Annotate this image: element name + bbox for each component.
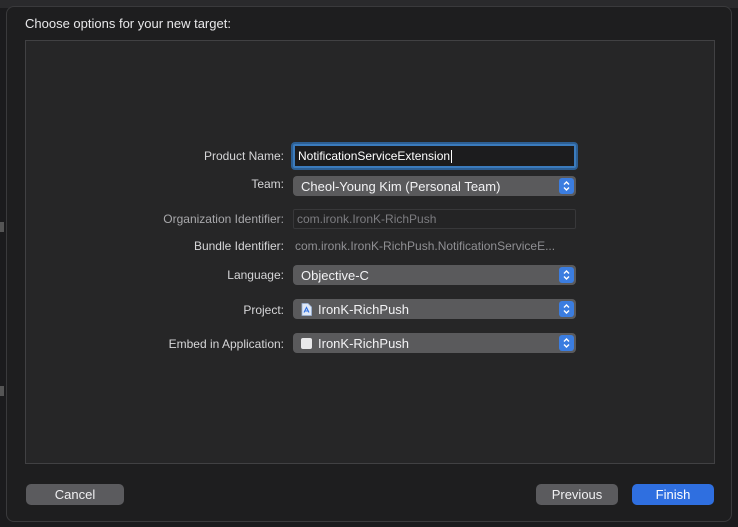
sheet-title: Choose options for your new target:	[25, 16, 231, 31]
team-popup[interactable]: Cheol-Young Kim (Personal Team)	[293, 176, 576, 196]
app-icon	[301, 337, 312, 349]
bundle-identifier-row: Bundle Identifier: com.ironk.IronK-RichP…	[0, 236, 738, 256]
project-label: Project:	[243, 303, 284, 317]
language-label: Language:	[227, 268, 284, 282]
organization-identifier-value: com.ironk.IronK-RichPush	[297, 212, 437, 226]
chevron-updown-icon	[559, 335, 574, 351]
bundle-identifier-label: Bundle Identifier:	[193, 239, 284, 253]
background-window-edge	[0, 386, 4, 396]
product-name-label: Product Name:	[203, 149, 284, 163]
organization-identifier-row: Organization Identifier: com.ironk.IronK…	[0, 209, 738, 229]
previous-button[interactable]: Previous	[536, 484, 618, 505]
team-value: Cheol-Young Kim (Personal Team)	[301, 178, 501, 194]
embed-in-application-popup[interactable]: IronK-RichPush	[293, 333, 576, 353]
embed-in-application-value: IronK-RichPush	[318, 335, 410, 351]
embed-in-application-label: Embed in Application:	[168, 337, 284, 351]
bundle-identifier-value: com.ironk.IronK-RichPush.NotificationSer…	[295, 239, 556, 253]
project-popup[interactable]: IronK-RichPush	[293, 299, 576, 319]
product-name-row: Product Name: NotificationServiceExtensi…	[0, 144, 738, 168]
language-row: Language: Objective-C	[0, 265, 738, 285]
cancel-button[interactable]: Cancel	[26, 484, 124, 505]
finish-button[interactable]: Finish	[632, 484, 714, 505]
organization-identifier-field: com.ironk.IronK-RichPush	[293, 209, 576, 229]
product-name-value: NotificationServiceExtension	[298, 149, 451, 163]
team-label: Team:	[251, 177, 284, 191]
team-row: Team: Cheol-Young Kim (Personal Team)	[0, 176, 738, 196]
language-value: Objective-C	[301, 267, 369, 283]
project-file-icon	[301, 302, 312, 316]
project-row: Project: IronK-RichPush	[0, 299, 738, 319]
language-popup[interactable]: Objective-C	[293, 265, 576, 285]
chevron-updown-icon	[559, 301, 574, 317]
embed-in-application-row: Embed in Application: IronK-RichPush	[0, 333, 738, 353]
text-caret	[451, 149, 453, 163]
project-value: IronK-RichPush	[318, 301, 410, 317]
product-name-field[interactable]: NotificationServiceExtension	[293, 144, 576, 168]
chevron-updown-icon	[559, 267, 574, 283]
chevron-updown-icon	[559, 178, 574, 194]
organization-identifier-label: Organization Identifier:	[163, 212, 284, 226]
